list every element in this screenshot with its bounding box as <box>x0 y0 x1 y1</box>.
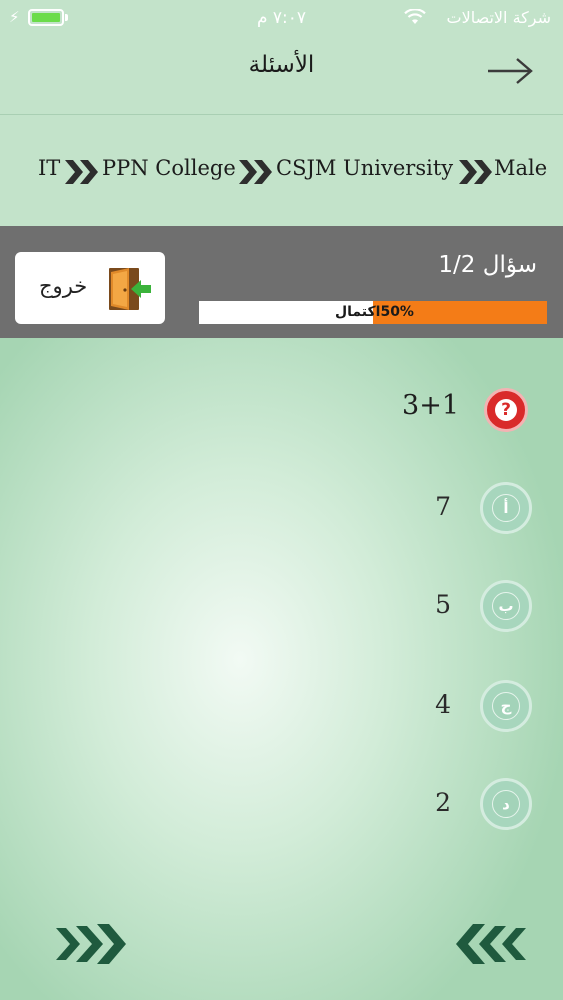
status-bar: ⚡ ٧:٠٧ م شركة الاتصالات <box>0 0 563 38</box>
app-screen: ⚡ ٧:٠٧ م شركة الاتصالات الأسئلة IT PPN C… <box>0 0 563 1000</box>
option-a[interactable]: 7 أ <box>0 482 563 538</box>
option-letter: أ <box>492 494 520 522</box>
double-chevron-right-icon <box>459 160 492 184</box>
option-text: 7 <box>435 492 451 521</box>
breadcrumb-item-college[interactable]: PPN College <box>102 156 236 180</box>
triple-chevron-left-icon[interactable] <box>454 922 528 966</box>
question-text: 3+1 <box>402 390 459 421</box>
option-badge: ج <box>480 680 532 732</box>
option-c[interactable]: 4 ج <box>0 680 563 736</box>
breadcrumb: IT PPN College CSJM University Male <box>0 150 563 190</box>
option-text: 5 <box>435 590 451 619</box>
triple-chevron-right-icon[interactable] <box>54 922 128 966</box>
question-mark-icon: ? <box>484 388 528 432</box>
wifi-icon <box>404 9 426 24</box>
exit-door-icon <box>109 268 151 310</box>
option-badge: أ <box>480 482 532 534</box>
double-chevron-right-icon <box>239 160 272 184</box>
option-b[interactable]: 5 ب <box>0 580 563 636</box>
page-title: الأسئلة <box>248 52 315 78</box>
breadcrumb-item-gender[interactable]: Male <box>494 156 547 180</box>
option-d[interactable]: 2 د <box>0 778 563 834</box>
question-counter: سؤال 1/2 <box>438 252 537 278</box>
breadcrumb-item-it[interactable]: IT <box>38 156 60 180</box>
option-letter: ج <box>492 692 520 720</box>
exit-button[interactable]: خروج <box>15 252 165 324</box>
progress-label: 50%اكتمال <box>331 301 414 324</box>
progress-value: 50% <box>380 304 414 320</box>
breadcrumb-item-university[interactable]: CSJM University <box>276 156 453 180</box>
option-letter: ب <box>492 592 520 620</box>
progress-word: اكتمال <box>335 304 381 320</box>
carrier-name: شركة الاتصالات <box>446 8 551 27</box>
nav-divider <box>0 114 563 115</box>
arrow-right-icon[interactable] <box>486 56 534 86</box>
option-badge: د <box>480 778 532 830</box>
exit-label: خروج <box>39 274 88 298</box>
option-text: 2 <box>435 788 451 817</box>
double-chevron-right-icon <box>65 160 98 184</box>
option-text: 4 <box>435 690 451 719</box>
option-letter: د <box>492 790 520 818</box>
option-badge: ب <box>480 580 532 632</box>
